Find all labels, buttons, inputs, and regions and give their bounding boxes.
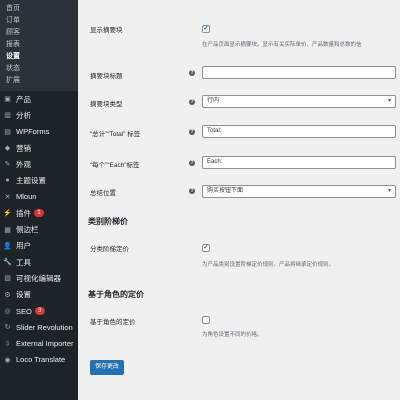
each-label-label: “每个”“Each”标签 [90,162,140,169]
forms-icon: ▤ [4,128,11,136]
show-summary-checkbox[interactable]: ✓ [202,25,210,33]
role-pricing-description: 为角色设置不同的价格。 [202,332,263,338]
sidebar-item-label: 可视化编辑器 [16,273,61,283]
sidebar-item-label: 用户 [16,241,31,251]
importer-icon: ⇩ [4,340,11,348]
sidebar-item[interactable]: ▥ 分析 [0,107,78,123]
summary-type-label: 摘要块类型 [90,101,123,108]
chevron-down-icon: ▾ [387,98,391,104]
help-icon[interactable]: ? [189,188,195,194]
sidebar-item[interactable]: ✎ 外观 [0,156,78,172]
sidebar-item-label: 分析 [16,110,31,120]
summary-type-select[interactable]: 行内 ▾ [202,95,396,108]
submenu-item[interactable]: 顾客 [0,27,78,39]
show-summary-description: 在产品页面显示摘要块。显示有关实际单价、产品数量和总数的信 [202,42,362,48]
sidebar-item-label: SEO [16,306,32,316]
submenu-item[interactable]: 状态 [0,63,78,75]
submenu-item[interactable]: 首页 [0,3,78,15]
category-pricing-section-title: 类别阶梯价 [88,217,128,226]
sidebar-item-label: 主题设置 [16,176,46,186]
save-changes-button[interactable]: 保存更改 [90,360,125,375]
sidebar-item[interactable]: 🔧 工具 [0,254,78,270]
chevron-down-icon: ▾ [387,188,391,194]
role-pricing-checkbox[interactable] [202,316,210,324]
sidebar-item-label: External Importer [16,339,74,349]
total-position-value: 购买按钮下面 [207,188,244,194]
theme-settings-icon: ● [5,177,10,185]
sidebar-item[interactable]: ▧ 可视化编辑器 [0,270,78,286]
plugin-icon: ⚡ [3,210,12,218]
wrench-icon: 🔧 [3,259,12,267]
woocommerce-submenu: 首页 订单 顾客 报表 设置 状态 扩展 [0,0,78,91]
sidebar-item[interactable]: ◎ SEO 3 [0,303,78,319]
total-position-label: 总结位置 [90,190,116,197]
settings-icon: ⚙ [4,291,11,299]
sidebar-item[interactable]: ⚙ 设置 [0,287,78,303]
admin-sidebar: 首页 订单 顾客 报表 设置 状态 扩展 ▣ 产品 ▥ 分析 ▤ WPForms ◆ 营销 ✎ 外观 ● 主题设置… [0,0,78,400]
total-position-select[interactable]: 购买按钮下面 ▾ [202,185,396,198]
users-icon: 👤 [3,242,12,250]
help-icon[interactable]: ? [189,70,195,76]
summary-title-input[interactable] [202,66,396,79]
sidebar-item-label: 外观 [16,159,31,169]
sidebar-item-label: 设置 [16,290,31,300]
sidebar-item-label: 营销 [16,143,31,153]
show-summary-label: 显示摘要块 [90,27,123,34]
check-icon: ✓ [203,244,209,251]
summary-title-label: 摘要块标题 [90,73,123,80]
role-pricing-section-title: 基于角色的定价 [88,290,144,299]
category-pricing-label: 分类阶梯定价 [90,246,129,253]
sidebar-item[interactable]: ▤ WPForms [0,124,78,140]
submenu-item[interactable]: 扩展 [0,75,78,87]
role-pricing-label: 基于角色的定价 [90,319,136,326]
sidebar-icon: ▦ [4,226,11,234]
analytics-icon: ▥ [4,112,11,120]
sidebar-item-label: Slider Revolution [16,322,73,332]
sidebar-item[interactable]: ⚡ 插件 1 [0,205,78,221]
sidebar-item[interactable]: ↻ Slider Revolution [0,319,78,335]
sidebar-item-label: Mloun [16,192,37,202]
sidebar-item[interactable]: ▣ 产品 [0,91,78,107]
sidebar-item-label: WPForms [16,127,50,137]
update-count-badge: 1 [34,209,44,218]
sidebar-item[interactable]: ▦ 侧边栏 [0,221,78,237]
total-label-input[interactable]: Total: [202,125,396,138]
megaphone-icon: ◆ [4,145,11,153]
seo-icon: ◎ [4,308,11,315]
brush-icon: ✎ [4,161,11,169]
sidebar-item-label: Loco Translate [16,355,66,365]
sidebar-item[interactable]: ● 主题设置 [0,172,78,188]
sidebar-item-label: 插件 [16,208,31,218]
translate-icon: ◉ [4,356,11,364]
sidebar-item[interactable]: 👤 用户 [0,238,78,254]
mloun-icon: ✕ [4,193,11,201]
settings-main: 显示摘要块 ✓ 在产品页面显示摘要块。显示有关实际单价、产品数量和总数的信 摘要… [78,0,400,400]
help-icon[interactable]: ? [189,99,195,105]
box-icon: ▣ [4,96,11,104]
category-pricing-description: 为产品类别设置阶梯定价规则。产品将继承定价规则。 [202,262,335,268]
help-icon[interactable]: ? [189,129,195,135]
update-count-badge: 3 [34,307,45,315]
submenu-item[interactable]: 订单 [0,15,78,27]
sidebar-item-label: 产品 [16,94,31,104]
sidebar-item[interactable]: ◉ Loco Translate [0,352,78,368]
summary-type-value: 行内 [207,98,220,104]
slider-icon: ↻ [4,324,11,332]
total-label-label: “总计”“Total” 标签 [90,131,141,138]
submenu-item[interactable]: 设置 [0,51,78,63]
sidebar-item[interactable]: ⇩ External Importer [0,335,78,351]
help-icon[interactable]: ? [189,160,195,166]
submenu-item[interactable]: 报表 [0,39,78,51]
each-label-input[interactable]: Each: [202,156,396,169]
sidebar-item[interactable]: ✕ Mloun [0,189,78,205]
admin-menu: ▣ 产品 ▥ 分析 ▤ WPForms ◆ 营销 ✎ 外观 ● 主题设置 ✕ Mloun ⚡ 插件 1 ▦ 侧边栏 👤… [0,91,78,368]
visual-editor-icon: ▧ [4,275,11,283]
check-icon: ✓ [203,25,209,32]
sidebar-item-label: 工具 [16,257,31,267]
sidebar-item-label: 侧边栏 [16,225,39,235]
category-pricing-checkbox[interactable]: ✓ [202,244,210,252]
sidebar-item[interactable]: ◆ 营销 [0,140,78,156]
